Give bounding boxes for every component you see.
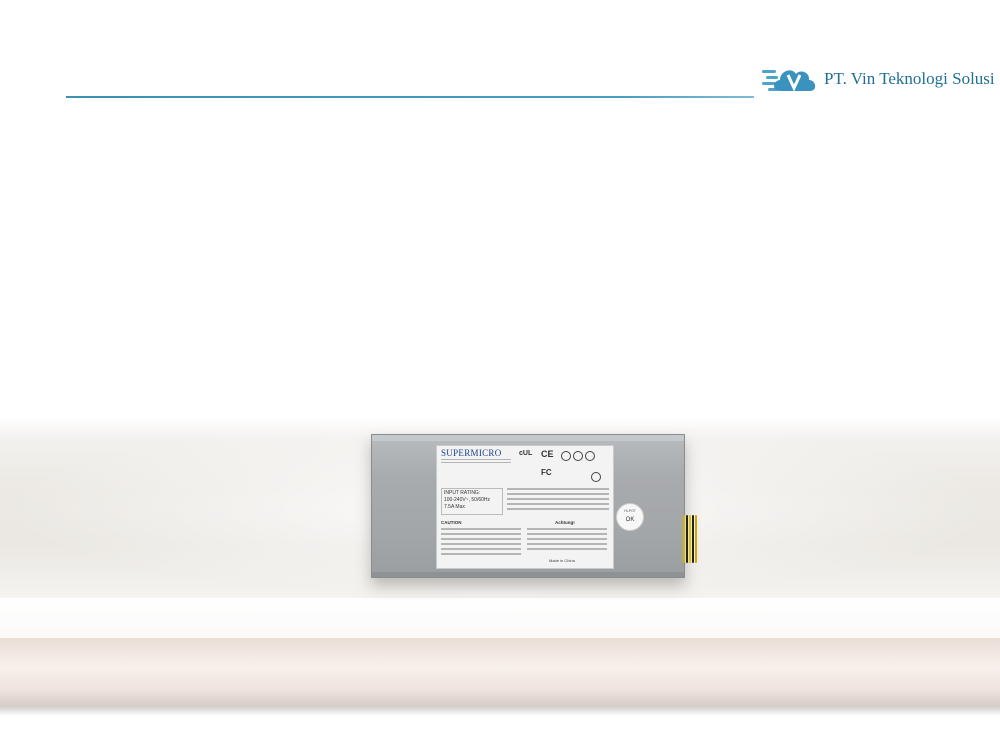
achtung-text	[527, 528, 607, 553]
input-rating-title: INPUT RATING:	[444, 490, 481, 496]
psu-cables	[683, 515, 697, 565]
psu-spec-label: SUPERMICRO cUL CE FC INPUT RATING: 100-2…	[436, 445, 614, 569]
power-supply-unit: SUPERMICRO cUL CE FC INPUT RATING: 100-2…	[371, 434, 685, 578]
shelf-surface	[0, 598, 1000, 638]
brand-name: SUPERMICRO	[441, 448, 502, 458]
ul-mark-icon: cUL	[519, 450, 533, 457]
made-in: Made in China	[549, 558, 575, 563]
company-name: PT. Vin Teknologi Solusi	[824, 69, 995, 88]
model-fine-print	[441, 459, 511, 465]
cable-wire	[695, 515, 697, 563]
input-rating-box: INPUT RATING: 100-240V~, 50/60Hz 7.5A Ma…	[441, 488, 503, 515]
cable-wire	[686, 515, 688, 563]
shelf-front-edge	[0, 638, 1000, 706]
ce-mark-icon: CE	[541, 449, 554, 459]
output-spec-lines	[507, 488, 609, 513]
cert-circle-icon	[591, 472, 601, 482]
cable-wire	[683, 515, 685, 563]
cable-wire	[689, 515, 691, 563]
hipot-sticker: HI-POT OK	[616, 503, 644, 531]
input-voltage: 100-240V~, 50/60Hz	[444, 497, 491, 503]
caution-text	[441, 528, 521, 558]
cert-circle-icon	[585, 451, 595, 461]
hipot-label: HI-POT	[624, 509, 636, 513]
cloud-v-logo-icon	[762, 70, 816, 92]
cert-circle-icon	[561, 451, 571, 461]
header-divider	[66, 96, 754, 98]
hipot-status: OK	[625, 517, 635, 523]
psu-top-rail	[372, 435, 684, 441]
caution-title: CAUTION	[441, 520, 462, 525]
psu-bottom-rail	[372, 572, 684, 577]
certification-marks: cUL CE FC	[519, 449, 611, 490]
cert-circle-icon	[573, 451, 583, 461]
fc-mark-icon: FC	[541, 468, 552, 477]
shelf-shadow	[0, 706, 1000, 716]
achtung-title: Achtung!	[555, 520, 575, 525]
company-logo: PT. Vin Teknologi Solusi	[762, 61, 995, 97]
input-current: 7.5A Max	[444, 504, 465, 510]
cable-wire	[692, 515, 694, 563]
